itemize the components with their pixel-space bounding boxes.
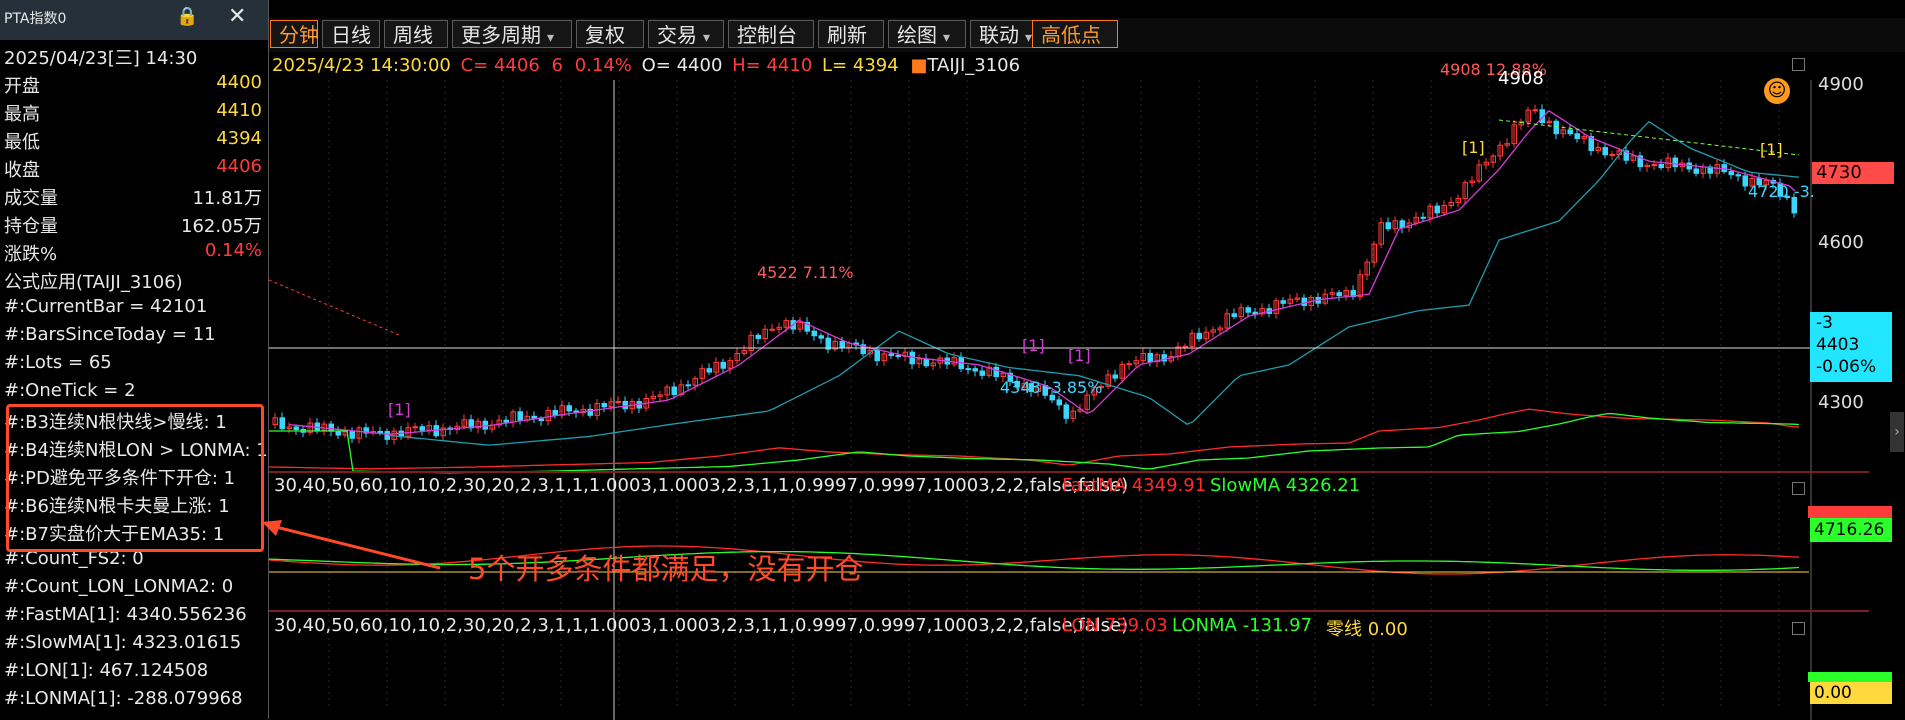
pane-separator-1: [269, 471, 1869, 473]
panel-row-value: 4400: [216, 72, 262, 93]
panel-row-value: 4394: [216, 128, 262, 149]
mid-annotation: 4522 7.11%: [757, 263, 854, 282]
price-tick-4300: 4300: [1818, 392, 1864, 413]
toolbar-draw[interactable]: 绘图: [888, 20, 966, 48]
pane2-value-tag: 0.00: [1810, 682, 1892, 704]
signal-label-1: [1]: [1462, 138, 1485, 157]
low-annotation: 4348 -3.85%: [1000, 378, 1103, 397]
last-price-tag: 4730: [1812, 162, 1894, 184]
pane1-value-tag: 4716.26: [1810, 518, 1892, 542]
signal-label-3: [1]: [1022, 336, 1045, 355]
callout-text: 5个开多条件都满足，没有开仓: [468, 552, 864, 586]
pane2-lon-tag: [1808, 672, 1892, 682]
lock-icon[interactable]: 🔒: [176, 6, 198, 28]
signal-label-5: [1]: [388, 400, 411, 419]
panel-row-label: 成交量: [4, 188, 58, 209]
formula-title: 公式应用(TAIJI_3106): [4, 272, 183, 293]
formula-line: #:LONMA[1]: -288.079968: [4, 688, 243, 709]
panel-row-label: 开盘: [4, 76, 40, 97]
high-value-label: 4908: [1498, 68, 1544, 89]
formula-line: #:FastMA[1]: 4340.556236: [4, 604, 247, 625]
pane-checkbox-2[interactable]: [1792, 622, 1805, 635]
cursor-percent: -0.06%: [1816, 357, 1877, 377]
panel-row-value: 11.81万: [192, 188, 262, 209]
formula-color-icon: ■: [910, 55, 928, 76]
header-open: O= 4400: [641, 55, 723, 76]
panel-datetime: 2025/04/23[三] 14:30: [4, 48, 198, 69]
toolbar-trade[interactable]: 交易: [648, 20, 724, 48]
panel-row-value: 0.14%: [204, 240, 262, 261]
toolbar-daily[interactable]: 日线: [322, 20, 380, 48]
callout-arrow-icon: [262, 520, 441, 570]
panel-title: PTA指数0: [4, 11, 67, 27]
cursor-price: 4403: [1816, 335, 1860, 355]
header-high: H= 4410: [732, 55, 813, 76]
header-percent: 0.14%: [574, 55, 632, 76]
panel-header: PTA指数0 🔒 ✕: [0, 0, 268, 40]
header-date: 2025/4/23 14:30:00: [272, 55, 451, 76]
formula-line: #:OneTick = 2: [4, 380, 136, 401]
panel-row-value: 162.05万: [181, 216, 262, 237]
cursor-change: -3: [1816, 313, 1833, 333]
pane-checkbox-main[interactable]: [1792, 58, 1805, 71]
formula-line: #:Lots = 65: [4, 352, 112, 373]
end-annotation: 4720 -3.: [1748, 182, 1815, 201]
toolbar-console[interactable]: 控制台: [728, 20, 814, 48]
pane2-lon: LON 739.03: [1062, 615, 1168, 636]
pane-separator-2: [269, 610, 1869, 612]
pane1-slowma: SlowMA 4326.21: [1210, 475, 1361, 496]
panel-row-label: 收盘: [4, 160, 40, 181]
formula-line: #:CurrentBar = 42101: [4, 296, 208, 317]
panel-row-label: 持仓量: [4, 216, 58, 237]
chart-header: 2025/4/23 14:30:00 C= 4406 6 0.14% O= 44…: [272, 55, 1020, 76]
header-close: C= 4406: [460, 55, 540, 76]
pane2-zero: 零线 0.00: [1326, 619, 1408, 640]
toolbar-refresh[interactable]: 刷新: [818, 20, 884, 48]
panel-row-value: 4410: [216, 100, 262, 121]
toolbar-minute[interactable]: 分钟: [270, 20, 319, 48]
period-toolbar: 分钟 日线 周线 更多周期 复权 交易 控制台 刷新 绘图 联动 高低点: [0, 18, 1905, 52]
header-formula: TAIJI_3106: [927, 55, 1021, 76]
formula-line: #:LON[1]: 467.124508: [4, 660, 209, 681]
header-low: L= 4394: [822, 55, 899, 76]
formula-line: #:BarsSinceToday = 11: [4, 324, 216, 345]
formula-line: #:SlowMA[1]: 4323.01615: [4, 632, 242, 653]
price-tick-4900: 4900: [1818, 74, 1864, 95]
close-icon[interactable]: ✕: [228, 4, 246, 29]
signal-label-2: [1]: [1760, 140, 1783, 159]
header-change: 6: [551, 55, 563, 76]
info-panel: PTA指数0 🔒 ✕ 2025/04/23[三] 14:30 开盘 4400 最高 4…: [0, 0, 269, 719]
toolbar-weekly[interactable]: 周线: [384, 20, 448, 48]
pane1-fast-tag: [1808, 506, 1892, 518]
toolbar-high-low[interactable]: 高低点: [1032, 20, 1118, 48]
panel-row-value: 4406: [216, 156, 262, 177]
pane2-lonma: LONMA -131.97: [1172, 615, 1313, 636]
formula-line: #:Count_LON_LONMA2: 0: [4, 576, 234, 597]
pane1-fastma: FastMA 4349.91: [1062, 475, 1207, 496]
pane1-params: 30,40,50,60,10,10,2,30,20,2,3,1,1,1.0003…: [274, 475, 1129, 496]
signal-label-4: [1]: [1068, 346, 1091, 365]
scroll-right-arrow-icon[interactable]: ›: [1890, 412, 1904, 452]
panel-row-label: 涨跌%: [4, 244, 58, 265]
toolbar-more-periods[interactable]: 更多周期: [452, 20, 572, 48]
cursor-price-box: -3 4403 -0.06%: [1810, 312, 1892, 382]
panel-row-label: 最低: [4, 132, 40, 153]
pane-checkbox-1[interactable]: [1792, 482, 1805, 495]
conditions-highlight-box: [6, 404, 264, 552]
pane2-params: 30,40,50,60,10,10,2,30,20,2,3,1,1,1.0003…: [274, 615, 1129, 636]
panel-row-label: 最高: [4, 104, 40, 125]
smiley-icon[interactable]: ☺: [1764, 78, 1790, 104]
price-tick-4600: 4600: [1818, 232, 1864, 253]
toolbar-adjust[interactable]: 复权: [576, 20, 644, 48]
